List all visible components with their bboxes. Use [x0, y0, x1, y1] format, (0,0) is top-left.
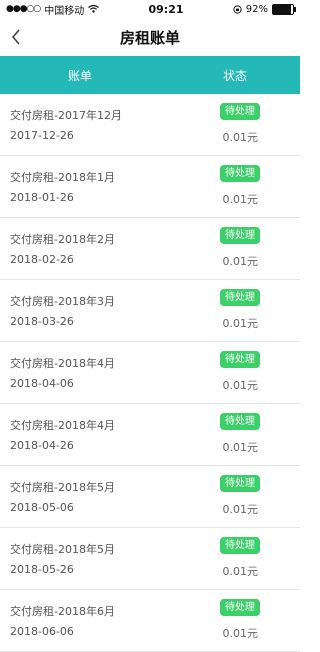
wifi-icon: [88, 5, 100, 13]
item-date: 2018-03-26: [10, 315, 74, 328]
battery-percent: 92%: [245, 3, 268, 15]
status-left: ●●●○○ 中国移动: [6, 2, 100, 17]
table-header: 账单 状态: [0, 56, 300, 94]
battery-fill: [272, 4, 292, 14]
status-bar: ●●●○○ 中国移动 09:21 92%: [0, 0, 300, 18]
status-badge: 待处理: [220, 475, 260, 492]
list-item[interactable]: 交付房租-2018年5月 2018-05-26 待处理 0.01元: [0, 528, 300, 590]
status-right: 92%: [233, 3, 296, 15]
status-time: 09:21: [148, 2, 184, 16]
item-date: 2017-12-26: [10, 129, 74, 142]
carrier-label: 中国移动: [44, 5, 85, 17]
nav-bar: 房租账单: [0, 18, 300, 56]
header-status: 状态: [222, 68, 247, 83]
item-title: 交付房租-2018年5月: [10, 543, 115, 556]
item-title: 交付房租-2018年3月: [10, 295, 115, 308]
back-button[interactable]: [10, 27, 30, 47]
item-title: 交付房租-2018年5月: [10, 481, 115, 494]
item-title: 交付房租-2017年12月: [10, 109, 122, 122]
orientation-lock-icon: [233, 4, 242, 14]
status-badge: 待处理: [220, 165, 260, 182]
item-amount: 0.01元: [222, 193, 259, 206]
item-amount: 0.01元: [222, 627, 259, 640]
status-badge: 待处理: [220, 227, 260, 244]
item-amount: 0.01元: [222, 379, 259, 392]
item-amount: 0.01元: [222, 131, 259, 144]
item-date: 2018-06-06: [10, 625, 74, 638]
item-date: 2018-02-26: [10, 253, 74, 266]
list-item[interactable]: 交付房租-2018年5月 2018-05-06 待处理 0.01元: [0, 466, 300, 528]
item-title: 交付房租-2018年2月: [10, 233, 115, 246]
chevron-left-icon: [11, 29, 20, 45]
item-amount: 0.01元: [222, 565, 259, 578]
list-item[interactable]: 交付房租-2018年1月 2018-01-26 待处理 0.01元: [0, 156, 300, 218]
page-title: 房租账单: [119, 28, 180, 47]
list-item[interactable]: 交付房租-2018年4月 2018-04-06 待处理 0.01元: [0, 342, 300, 404]
status-badge: 待处理: [220, 103, 260, 120]
item-amount: 0.01元: [222, 255, 259, 268]
signal-icon: ●●●○○: [6, 4, 41, 14]
item-amount: 0.01元: [222, 317, 259, 330]
item-date: 2018-04-06: [10, 377, 74, 390]
status-badge: 待处理: [220, 537, 260, 554]
list-item[interactable]: 交付房租-2018年6月 2018-06-06 待处理 0.01元: [0, 590, 300, 652]
status-badge: 待处理: [220, 351, 260, 368]
item-amount: 0.01元: [222, 441, 259, 454]
item-title: 交付房租-2018年1月: [10, 171, 115, 184]
item-date: 2018-01-26: [10, 191, 74, 204]
item-date: 2018-05-06: [10, 501, 74, 514]
status-badge: 待处理: [220, 413, 260, 430]
item-amount: 0.01元: [222, 503, 259, 516]
item-title: 交付房租-2018年6月: [10, 605, 115, 618]
item-date: 2018-05-26: [10, 563, 74, 576]
list-item[interactable]: 交付房租-2018年3月 2018-03-26 待处理 0.01元: [0, 280, 300, 342]
item-date: 2018-04-26: [10, 439, 74, 452]
status-badge: 待处理: [220, 289, 260, 306]
item-title: 交付房租-2018年4月: [10, 419, 115, 432]
battery-icon: [271, 3, 296, 15]
bill-list: 交付房租-2017年12月 2017-12-26 待处理 0.01元 交付房租-2018…: [0, 94, 300, 652]
item-title: 交付房租-2018年4月: [10, 357, 115, 370]
list-item[interactable]: 交付房租-2018年4月 2018-04-26 待处理 0.01元: [0, 404, 300, 466]
list-item[interactable]: 交付房租-2018年2月 2018-02-26 待处理 0.01元: [0, 218, 300, 280]
list-item[interactable]: 交付房租-2017年12月 2017-12-26 待处理 0.01元: [0, 94, 300, 156]
status-badge: 待处理: [220, 599, 260, 616]
header-bill: 账单: [67, 68, 92, 83]
